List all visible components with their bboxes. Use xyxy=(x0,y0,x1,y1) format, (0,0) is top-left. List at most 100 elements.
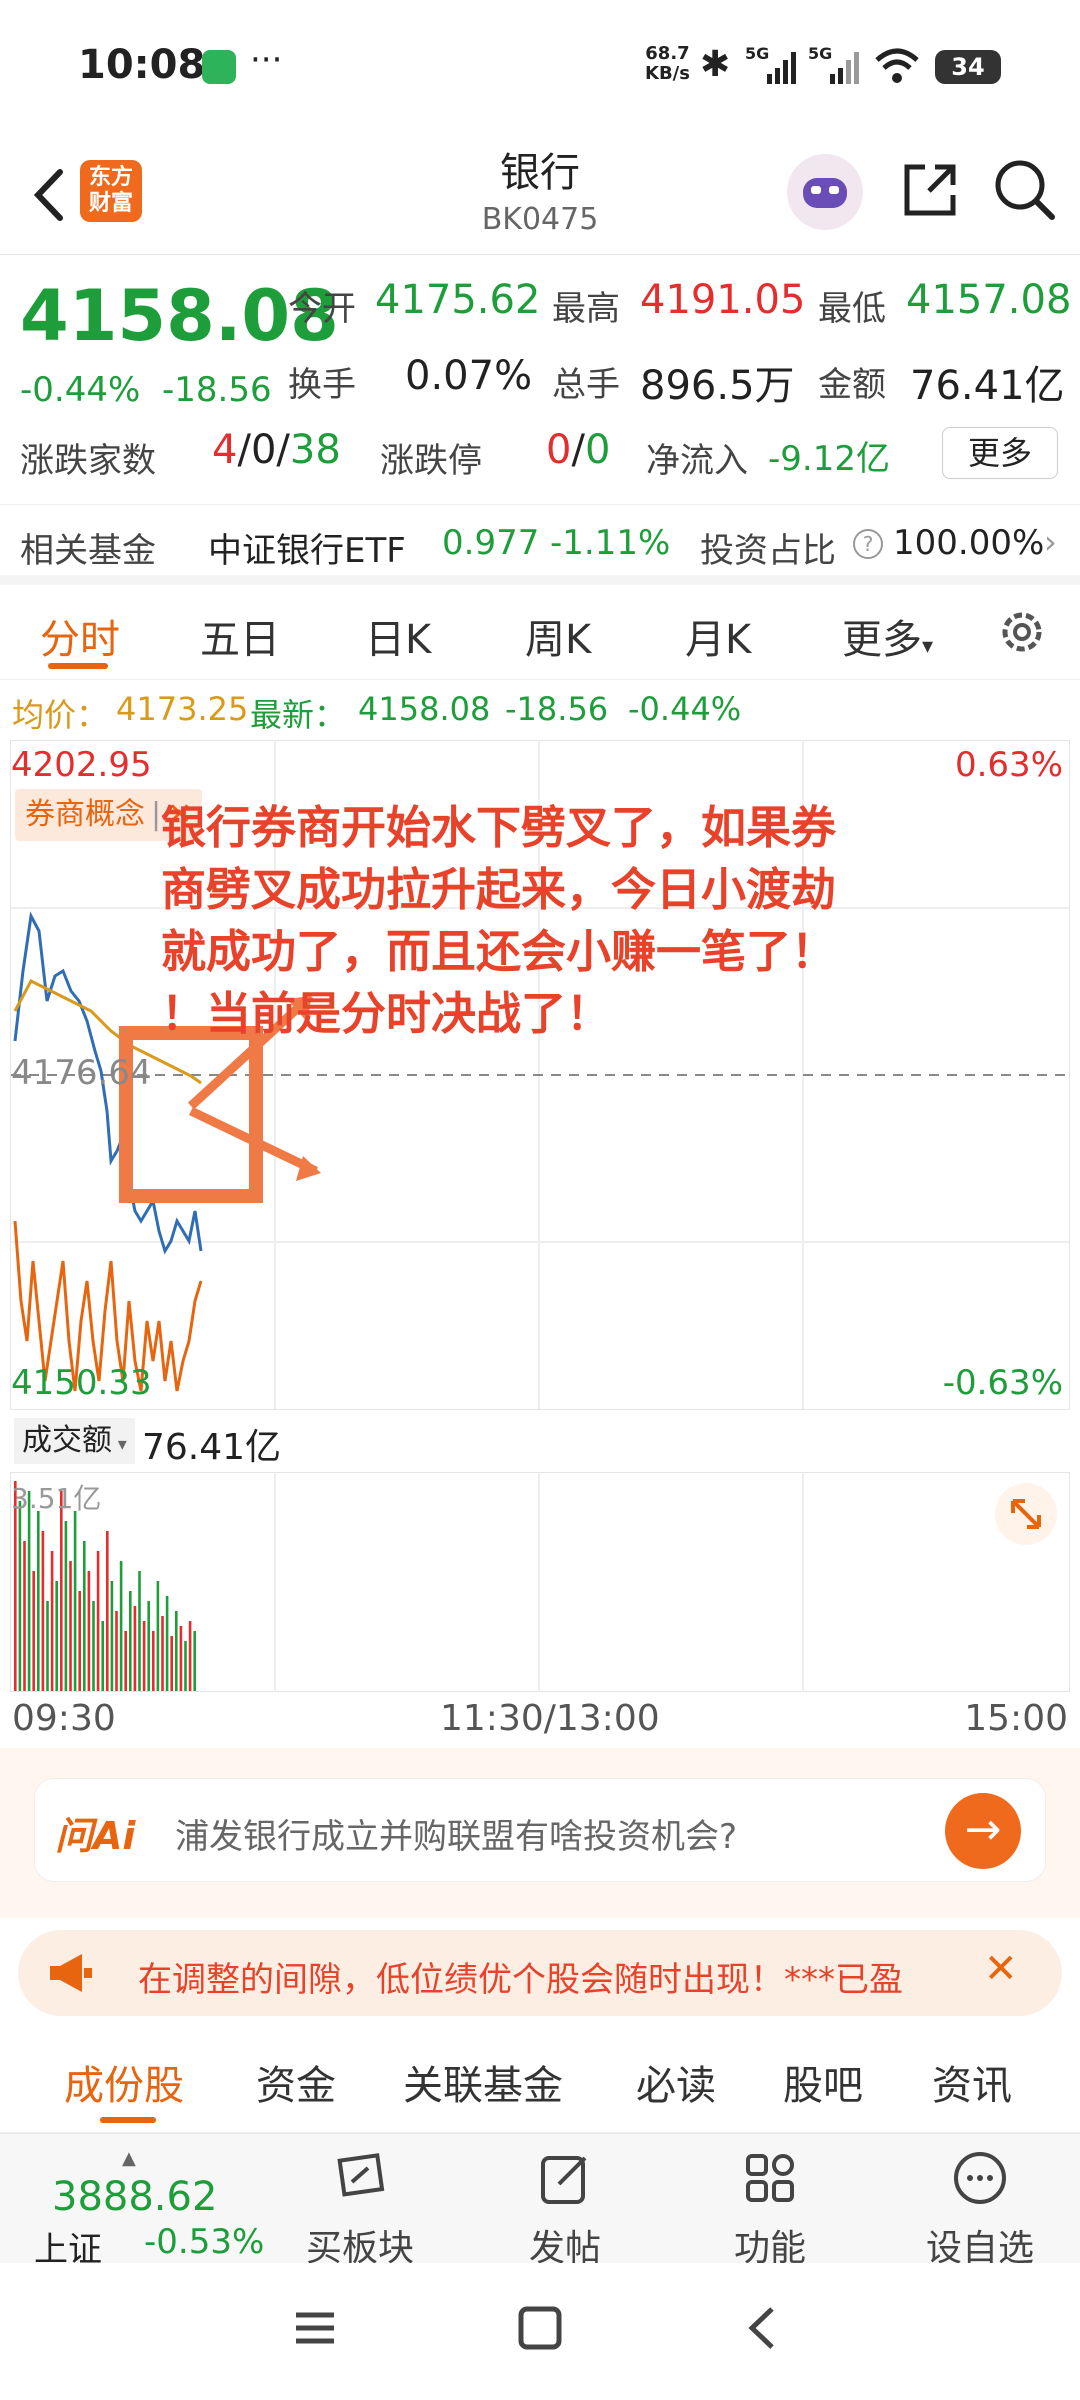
grid-icon xyxy=(746,2154,794,2202)
related-fund-row[interactable]: 相关基金 中证银行ETF 0.977 -1.11% 投资占比 ? 100.00%… xyxy=(0,505,1080,585)
low-value: 4157.08 xyxy=(906,277,1072,323)
tab-news[interactable]: 资讯 xyxy=(932,2053,1012,2111)
more-notifications-icon: ··· xyxy=(250,40,283,80)
change-pct: -0.44% xyxy=(20,370,141,410)
back-icon[interactable] xyxy=(20,160,80,230)
latest-change: -18.56 xyxy=(505,690,609,728)
tab-underline xyxy=(48,663,108,669)
volume-bar xyxy=(119,1561,123,1691)
volume-bar xyxy=(133,1606,137,1691)
settings-gear-icon[interactable] xyxy=(995,605,1049,659)
volume-bar xyxy=(83,1541,86,1691)
turnover-label: 换手 xyxy=(288,365,356,405)
signal-icon-2 xyxy=(828,50,864,84)
volume-bar xyxy=(138,1571,141,1691)
menu-icon[interactable] xyxy=(290,2303,340,2353)
ai-prompt-text: 浦发银行成立并购联盟有啥投资机会? xyxy=(175,1817,738,1857)
search-icon[interactable] xyxy=(990,155,1060,225)
volume-bar xyxy=(96,1551,100,1691)
top-price-label: 4202.95 xyxy=(11,745,152,785)
inflow-value: -9.12亿 xyxy=(768,439,890,479)
tab-monthly-k[interactable]: 月K xyxy=(685,607,751,665)
volume-bar xyxy=(170,1636,173,1691)
fund-pct: -1.11% xyxy=(550,523,671,563)
post-button[interactable]: 发帖 xyxy=(505,2148,625,2271)
bottom-action-bar: ▲ 3888.62 上证 -0.53% 买板块 发帖 功能 设自选 xyxy=(0,2133,1080,2270)
notice-banner[interactable]: 在调整的间隙，低位绩优个股会随时出现！***已盈 ✕ xyxy=(18,1930,1062,2016)
time-start: 09:30 xyxy=(12,1698,116,1739)
tab-funds-flow[interactable]: 资金 xyxy=(256,2053,336,2111)
ai-robot-avatar-icon[interactable] xyxy=(787,154,863,230)
signal-icon xyxy=(765,50,801,84)
volume-header: 成交额 ▾ 76.41亿 xyxy=(0,1412,1080,1472)
volume-bar xyxy=(87,1571,91,1691)
nav-back-icon[interactable] xyxy=(740,2303,790,2353)
more-button[interactable]: 更多 xyxy=(942,427,1058,479)
turnover-value: 0.07% xyxy=(405,353,533,399)
amount-value: 76.41亿 xyxy=(910,363,1065,409)
more-circle-icon xyxy=(954,2152,1006,2204)
home-icon[interactable] xyxy=(515,2303,565,2353)
tab-related-funds[interactable]: 关联基金 xyxy=(403,2053,563,2111)
tab-constituents[interactable]: 成份股 xyxy=(64,2053,184,2111)
volume-bar xyxy=(147,1601,150,1691)
notice-text: 在调整的间隙，低位绩优个股会随时出现！***已盈 xyxy=(138,1960,903,2000)
volume-bar xyxy=(23,1541,26,1691)
ai-prompt-box[interactable]: 问Ai 浦发银行成立并购联盟有啥投资机会? → xyxy=(34,1778,1046,1882)
tab-daily-k[interactable]: 日K xyxy=(365,607,431,665)
system-nav-bar xyxy=(0,2263,1080,2400)
page-title: 银行 xyxy=(500,150,580,196)
clock: 10:08 xyxy=(78,42,206,88)
status-bar: 10:08 ··· 68.7 KB/s ✱ 5G 5G 34 xyxy=(0,0,1080,140)
expand-icon[interactable] xyxy=(995,1483,1057,1545)
tab-intraday[interactable]: 分时 xyxy=(40,607,120,665)
chart-tabs: 分时 五日 日K 周K 月K 更多▾ xyxy=(0,585,1080,680)
index-ticker[interactable]: ▲ 3888.62 上证 -0.53% xyxy=(30,2148,270,2270)
breadth-values: 4/0/38 xyxy=(212,427,341,473)
add-watchlist-button[interactable]: 设自选 xyxy=(915,2148,1045,2271)
time-end: 15:00 xyxy=(964,1698,1068,1739)
inflow-label: 净流入 xyxy=(646,441,748,481)
avg-value: 4173.25 xyxy=(116,690,249,728)
volume-bar xyxy=(78,1591,81,1691)
tab-forum[interactable]: 股吧 xyxy=(783,2053,863,2111)
close-notice-icon[interactable]: ✕ xyxy=(984,1946,1018,1992)
tab-more[interactable]: 更多▾ xyxy=(842,607,933,665)
tab-five-day[interactable]: 五日 xyxy=(200,607,280,665)
subtab-underline xyxy=(100,2117,156,2123)
volume-bar xyxy=(152,1631,155,1691)
chevron-right-icon: › xyxy=(1044,523,1057,561)
fund-price: 0.977 xyxy=(442,523,540,563)
eastmoney-logo[interactable]: 东方 财富 xyxy=(80,160,142,222)
volume-bar xyxy=(161,1616,164,1691)
function-button[interactable]: 功能 xyxy=(710,2148,830,2271)
notice-section: 在调整的间隙，低位绩优个股会随时出现！***已盈 ✕ xyxy=(0,1918,1080,2033)
volume-bar xyxy=(193,1631,196,1691)
wifi-icon xyxy=(875,46,919,86)
volume-bar xyxy=(73,1511,77,1691)
arrow-right-icon[interactable]: → xyxy=(945,1793,1021,1869)
volume-bar xyxy=(64,1521,68,1691)
change-value: -18.56 xyxy=(162,370,272,410)
tab-weekly-k[interactable]: 周K xyxy=(525,607,591,665)
buy-sector-button[interactable]: 买板块 xyxy=(300,2148,420,2271)
volume-selector[interactable]: 成交额 ▾ xyxy=(14,1418,135,1464)
volume-bar xyxy=(179,1626,183,1691)
share-icon[interactable] xyxy=(895,155,965,225)
volume-bar xyxy=(156,1581,160,1691)
index-value: 3888.62 xyxy=(52,2174,218,2220)
tab-must-read[interactable]: 必读 xyxy=(636,2053,716,2111)
volume-bar xyxy=(110,1581,114,1691)
volume-bar xyxy=(69,1561,72,1691)
volume-label: 总手 xyxy=(552,365,620,405)
volume-bar xyxy=(129,1591,132,1691)
index-caret-icon: ▲ xyxy=(122,2148,136,2169)
compare-tag-label: 券商概念 xyxy=(25,797,145,832)
latest-value: 4158.08 xyxy=(358,690,491,728)
intraday-chart[interactable]: 4202.95 0.63% 4176.64 4150.33 -0.63% 券商概… xyxy=(10,740,1070,1410)
help-icon[interactable]: ? xyxy=(853,529,883,559)
shield-app-icon xyxy=(202,50,236,84)
quote-panel: 4158.08 -0.44% -18.56 今开 4175.62 最高 4191… xyxy=(0,255,1080,505)
volume-bar xyxy=(175,1611,178,1691)
top-pct-label: 0.63% xyxy=(954,745,1063,785)
